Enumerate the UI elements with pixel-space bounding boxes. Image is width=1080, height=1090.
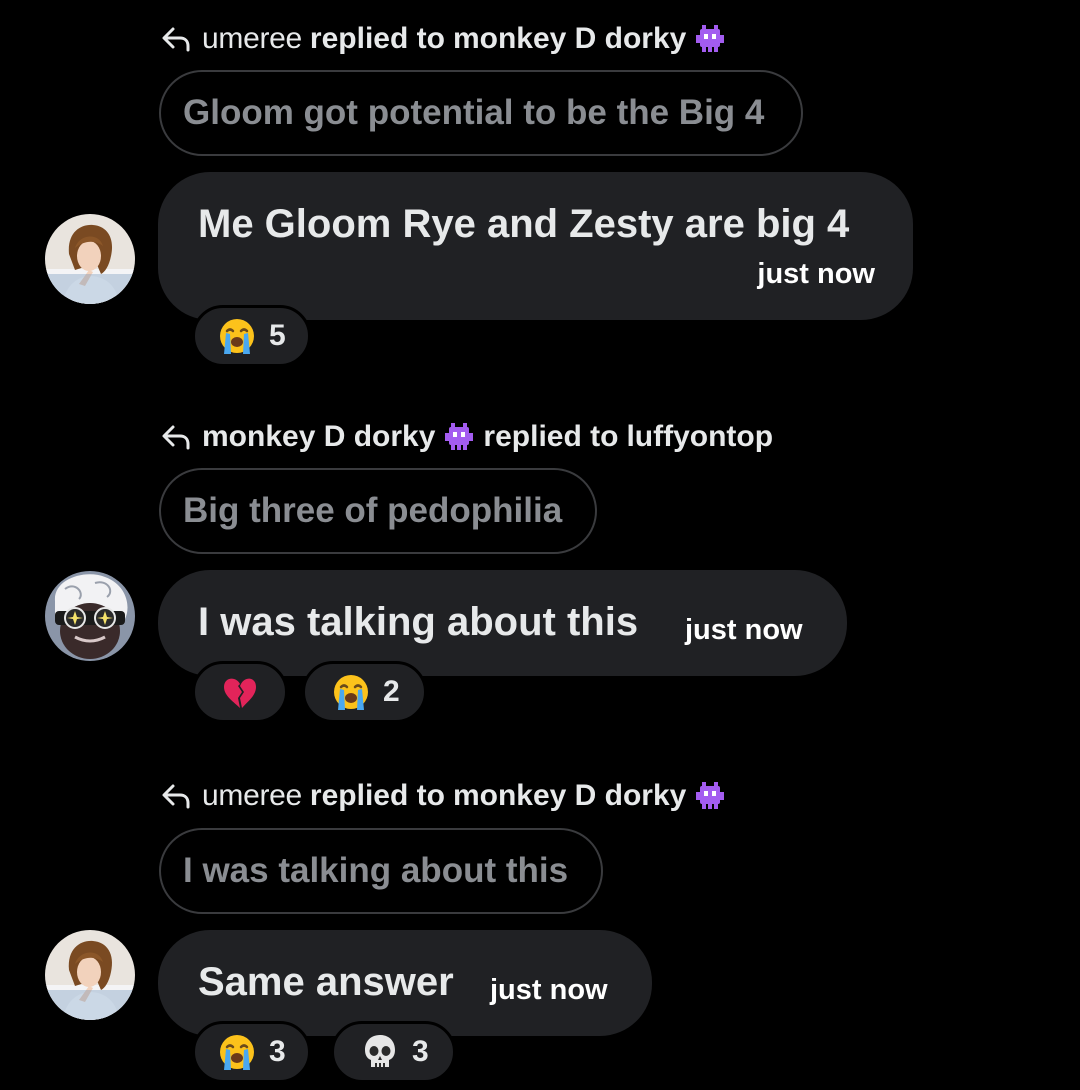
broken-heart-icon: [220, 672, 260, 712]
reaction-chip[interactable]: 3: [192, 1021, 311, 1083]
quoted-message[interactable]: Gloom got potential to be the Big 4: [159, 70, 803, 156]
message-text: Me Gloom Rye and Zesty are big 4: [198, 202, 850, 246]
skull-icon: [360, 1032, 400, 1072]
reply-verb: replied to: [309, 779, 445, 812]
reply-target-name[interactable]: monkey D dorky: [453, 779, 686, 813]
reaction-chip[interactable]: 3: [331, 1021, 456, 1083]
reaction-count: 3: [269, 1035, 286, 1068]
reply-verb: replied to: [309, 22, 445, 55]
reply-arrow-icon: [160, 26, 192, 52]
message-timestamp: just now: [685, 614, 803, 646]
avatar[interactable]: [45, 571, 135, 661]
message-bubble[interactable]: Me Gloom Rye and Zesty are big 4 just no…: [158, 172, 913, 320]
quoted-message[interactable]: I was talking about this: [159, 828, 603, 914]
avatar[interactable]: [45, 930, 135, 1020]
reaction-chip[interactable]: 5: [192, 305, 311, 367]
message-timestamp: just now: [757, 258, 875, 290]
reaction-chip[interactable]: [192, 661, 288, 723]
reply-arrow-icon: [160, 424, 192, 450]
loudly-crying-face-icon: [217, 1032, 257, 1072]
alien-monster-icon: [443, 423, 475, 451]
reply-arrow-icon: [160, 783, 192, 809]
avatar-sunglasses-icon: [45, 571, 135, 661]
reply-verb: replied to: [483, 420, 619, 453]
loudly-crying-face-icon: [217, 316, 257, 356]
reply-target-name[interactable]: luffyontop: [626, 420, 773, 454]
reaction-count: 2: [383, 675, 400, 708]
reply-header: umeree replied to monkey D dorky: [160, 779, 726, 813]
loudly-crying-face-icon: [331, 672, 371, 712]
reaction-chip[interactable]: 2: [302, 661, 427, 723]
message-timestamp: just now: [490, 974, 608, 1006]
quoted-message[interactable]: Big three of pedophilia: [159, 468, 597, 554]
alien-monster-icon: [694, 782, 726, 810]
reply-user-name[interactable]: monkey D dorky: [202, 420, 435, 454]
reply-header: monkey D dorky replied to luffyontop: [160, 420, 773, 454]
avatar[interactable]: [45, 214, 135, 304]
reaction-count: 3: [412, 1035, 429, 1068]
reaction-count: 5: [269, 319, 286, 352]
message-text: Same answer: [198, 960, 454, 1004]
reply-user-name[interactable]: umeree: [202, 779, 302, 813]
alien-monster-icon: [694, 25, 726, 53]
reply-target-name[interactable]: monkey D dorky: [453, 22, 686, 56]
message-bubble[interactable]: I was talking about this just now: [158, 570, 847, 676]
message-text: I was talking about this: [198, 600, 639, 644]
reply-user-name[interactable]: umeree: [202, 22, 302, 56]
avatar-girl-icon: [45, 930, 135, 1020]
reply-header: umeree replied to monkey D dorky: [160, 22, 726, 56]
avatar-girl-icon: [45, 214, 135, 304]
